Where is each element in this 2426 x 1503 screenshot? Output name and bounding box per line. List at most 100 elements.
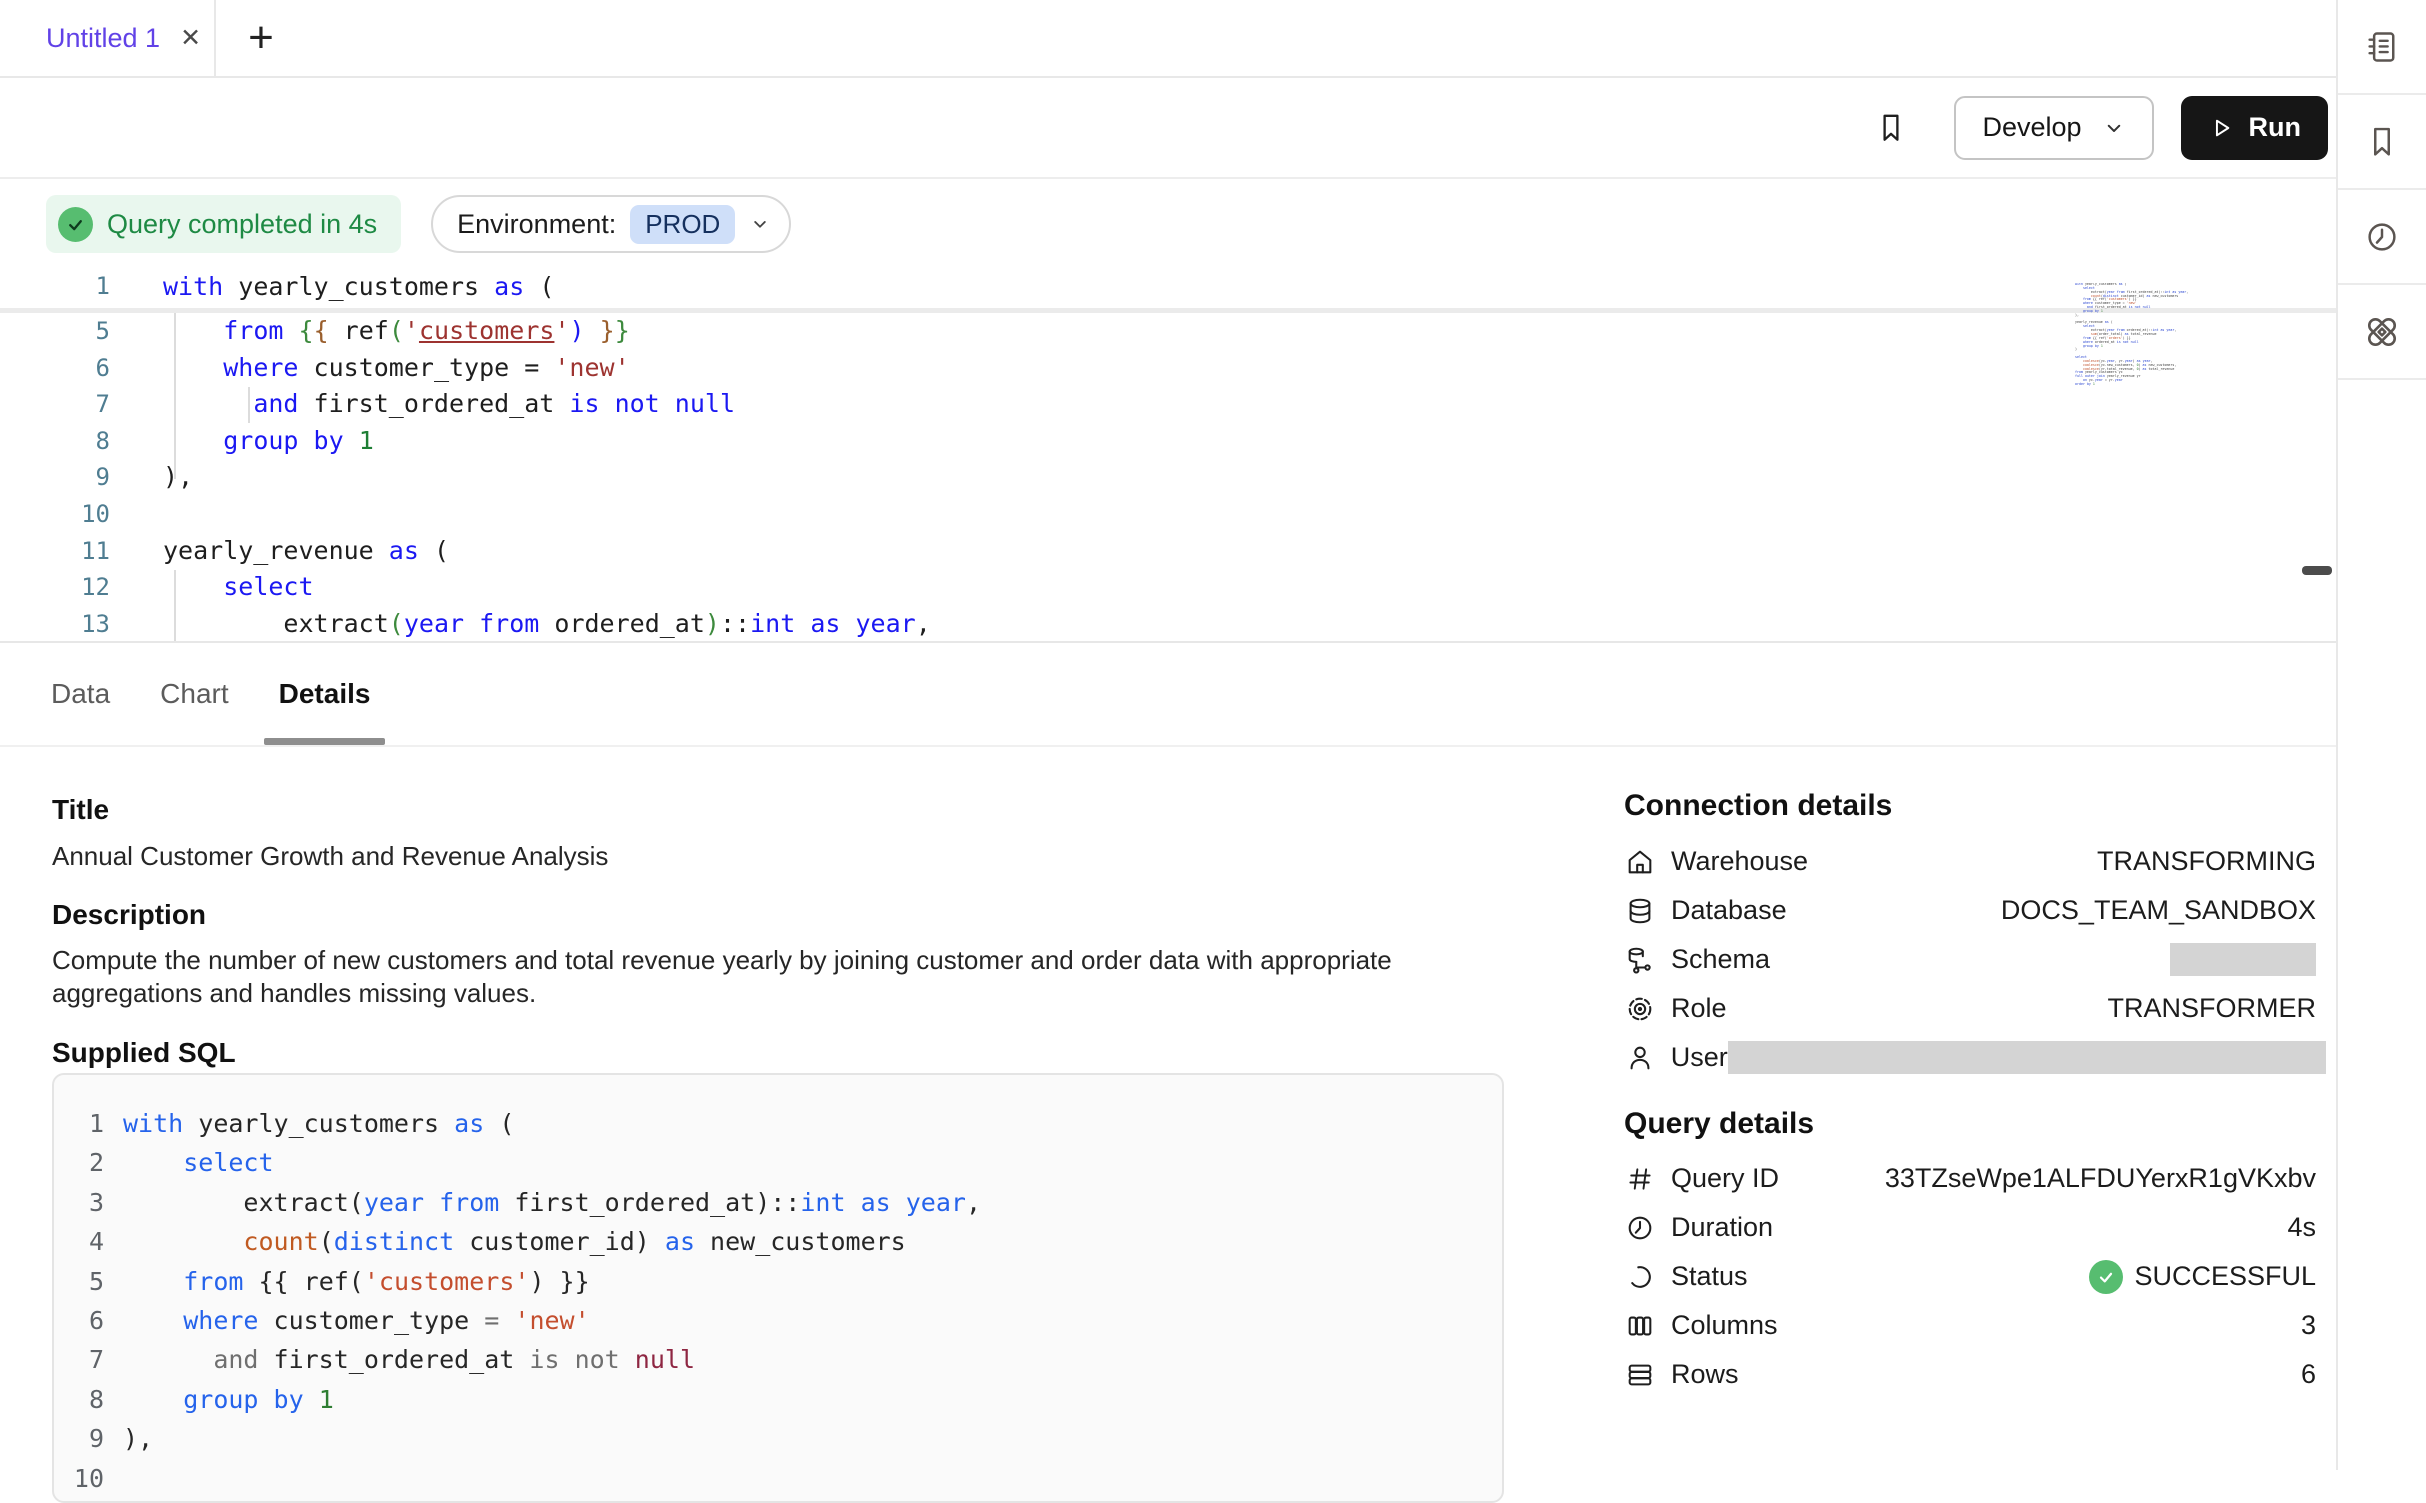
database-icon (1624, 896, 1656, 926)
bookmark-icon[interactable] (2338, 95, 2426, 190)
line-number: 5 (0, 313, 110, 350)
query-row-columns: Columns3 (1624, 1301, 2316, 1350)
editor-scrollbar-thumb[interactable] (2302, 566, 2332, 575)
title-heading: Title (52, 794, 109, 826)
row-value: TRANSFORMER (2108, 993, 2317, 1024)
line-number: 12 (0, 569, 110, 606)
toolbar: Develop Run (0, 78, 2336, 179)
indent-guide (248, 387, 250, 423)
code-line: 8 group by 1 (54, 1380, 1502, 1419)
code-line: 1with yearly_customers as ( (0, 265, 2336, 308)
editor-minimap[interactable]: with yearly_customers as ( select extrac… (2075, 283, 2207, 393)
code-text: where customer_type = 'new' (104, 1301, 590, 1340)
file-tab-label: Untitled 1 (46, 23, 160, 54)
row-value: 3 (2301, 1310, 2316, 1341)
line-number: 1 (0, 265, 110, 308)
environment-label: Environment: (457, 209, 616, 240)
line-number: 6 (0, 350, 110, 387)
new-tab-button[interactable]: + (216, 0, 306, 76)
indent-guide (174, 313, 176, 479)
row-value: 33TZseWpe1ALFDUYerxR1gVKxbv (1885, 1163, 2316, 1194)
check-circle-icon (58, 207, 93, 242)
code-text: extract(year from ordered_at)::int as ye… (110, 606, 931, 641)
line-number: 7 (54, 1340, 104, 1379)
line-number: 9 (54, 1419, 104, 1458)
code-text: yearly_revenue as ( (110, 533, 449, 570)
query-row-query-id: Query ID 33TZseWpe1ALFDUYerxR1gVKxbv (1624, 1154, 2316, 1203)
develop-dropdown[interactable]: Develop (1954, 96, 2153, 160)
row-label: Rows (1671, 1359, 1739, 1390)
file-tab-bar: Untitled 1 ✕ + (0, 0, 2336, 78)
supplied-sql-heading: Supplied SQL (52, 1037, 236, 1069)
code-text: ), (104, 1419, 153, 1458)
file-tab-untitled[interactable]: Untitled 1 ✕ (0, 0, 216, 76)
code-text: count(distinct customer_id) as new_custo… (104, 1222, 906, 1261)
code-text: from {{ ref('customers') }} (110, 313, 630, 350)
develop-label: Develop (1982, 112, 2081, 143)
code-text: group by 1 (110, 423, 374, 460)
user-icon (1624, 1043, 1656, 1073)
run-button[interactable]: Run (2181, 96, 2328, 160)
code-line: 5 from {{ ref('customers') }} (54, 1262, 1502, 1301)
row-label: Database (1671, 895, 1787, 926)
code-line: 10 (54, 1459, 1502, 1498)
clock-icon (1624, 1213, 1656, 1243)
history-icon[interactable] (2338, 190, 2426, 285)
line-number: 10 (0, 496, 110, 533)
line-number: 8 (0, 423, 110, 460)
row-label: Schema (1671, 944, 1770, 975)
code-text (104, 1459, 123, 1498)
code-text: and first_ordered_at is not null (110, 386, 735, 423)
connection-row-warehouse: WarehouseTRANSFORMING (1624, 837, 2316, 886)
editor-sticky-line: 1with yearly_customers as ( (0, 265, 2336, 308)
code-line: 4 count(distinct customer_id) as new_cus… (54, 1222, 1502, 1261)
line-number: 4 (54, 1222, 104, 1261)
line-number: 13 (0, 606, 110, 641)
code-line: 7 and first_ordered_at is not null (54, 1340, 1502, 1379)
title-value: Annual Customer Growth and Revenue Analy… (52, 841, 608, 872)
line-number: 11 (0, 533, 110, 570)
line-number: 6 (54, 1301, 104, 1340)
query-status-text: Query completed in 4s (107, 209, 377, 240)
line-number: 5 (54, 1262, 104, 1301)
redacted-value (1728, 1041, 2326, 1074)
connection-row-role: RoleTRANSFORMER (1624, 984, 2316, 1033)
redacted-value (2170, 943, 2316, 976)
line-number: 1 (54, 1104, 104, 1143)
row-value: 6 (2301, 1359, 2316, 1390)
canvas-icon[interactable] (2338, 285, 2426, 380)
tab-details[interactable]: Details (264, 643, 386, 745)
run-label: Run (2249, 112, 2301, 143)
query-details-rows: Query ID33TZseWpe1ALFDUYerxR1gVKxbvDurat… (1624, 1154, 2316, 1399)
row-label: Status (1671, 1261, 1748, 1292)
role-icon (1624, 994, 1656, 1024)
code-text (110, 496, 163, 533)
code-line: 10 (0, 496, 2336, 533)
bookmark-icon[interactable] (1874, 111, 1908, 145)
columns-icon (1624, 1311, 1656, 1341)
spinner-icon (1624, 1262, 1656, 1292)
supplied-sql-block: 1with yearly_customers as (2 select3 ext… (52, 1073, 1504, 1503)
connection-row-user: User (1624, 1033, 2316, 1082)
tab-chart[interactable]: Chart (145, 643, 243, 745)
row-value: TRANSFORMING (2097, 846, 2316, 877)
code-line: 9), (54, 1419, 1502, 1458)
environment-selector[interactable]: Environment: PROD (431, 195, 791, 253)
connection-row-schema: Schema (1624, 935, 2316, 984)
query-details-heading: Query details (1624, 1107, 1814, 1141)
sql-editor[interactable]: 1with yearly_customers as ( 5 from {{ re… (0, 265, 2336, 641)
connection-details-rows: WarehouseTRANSFORMINGDatabaseDOCS_TEAM_S… (1624, 837, 2316, 1082)
code-text: extract(year from first_ordered_at)::int… (104, 1183, 981, 1222)
right-sidebar (2336, 0, 2426, 1470)
editor-lines: 5 from {{ ref('customers') }}6 where cus… (0, 313, 2336, 641)
chevron-down-icon (2102, 116, 2126, 140)
line-number: 8 (54, 1380, 104, 1419)
environment-badge: PROD (630, 205, 735, 244)
notebook-icon[interactable] (2338, 0, 2426, 95)
close-tab-icon[interactable]: ✕ (176, 21, 205, 55)
code-line: 12 select (0, 569, 2336, 606)
tab-data[interactable]: Data (36, 643, 125, 745)
rows-icon (1624, 1360, 1656, 1390)
row-label: Query ID (1671, 1163, 1779, 1194)
code-line: 6 where customer_type = 'new' (54, 1301, 1502, 1340)
